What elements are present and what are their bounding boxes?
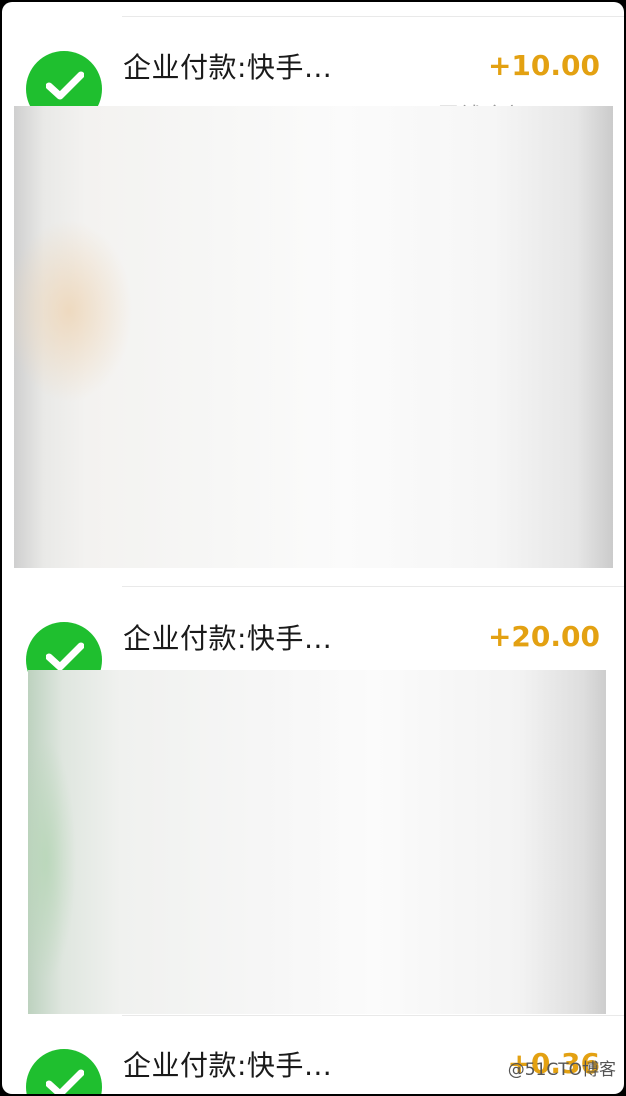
transaction-title: 企业付款:快手… xyxy=(123,1049,333,1082)
transaction-amount: +10.00 xyxy=(487,49,600,82)
transaction-amount: +20.00 xyxy=(487,620,600,653)
transaction-title: 企业付款:快手… xyxy=(123,622,333,655)
blurred-overlay xyxy=(28,670,606,1014)
transaction-title: 企业付款:快手… xyxy=(123,51,333,84)
checkmark-icon xyxy=(46,71,84,100)
checkmark-icon xyxy=(46,1069,84,1094)
wechat-pay-icon xyxy=(26,1049,102,1094)
transaction-list-screen: 企业付款:快手… +10.00 8月22日 19:54 零钱余额 10.00 企… xyxy=(2,2,624,1094)
watermark: @51CTO博客 xyxy=(507,1060,616,1080)
blurred-overlay xyxy=(14,106,613,568)
